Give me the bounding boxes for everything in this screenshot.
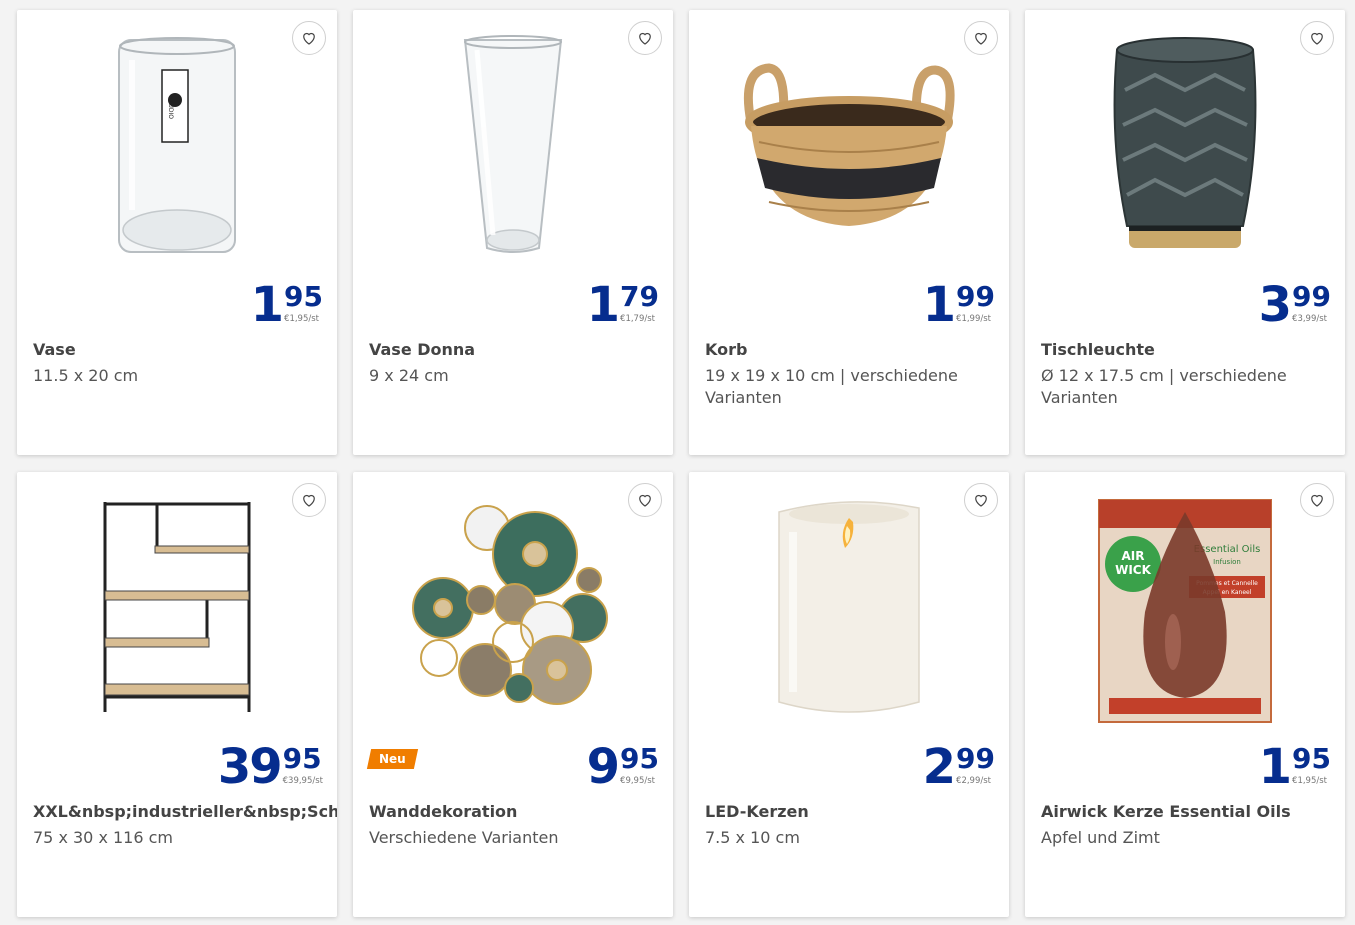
product-image[interactable]: [729, 30, 969, 270]
heart-outline-icon: [1311, 494, 1323, 507]
table-lamp-image: [1113, 37, 1257, 248]
product-description: 19 x 19 x 10 cm | verschiedene Varianten: [705, 366, 958, 407]
product-name[interactable]: Korb: [705, 340, 1001, 359]
heart-outline-icon: [975, 494, 987, 507]
price: 1 99 €1,99/st: [923, 281, 995, 329]
product-description: Ø 12 x 17.5 cm | verschiedene Varianten: [1041, 366, 1287, 407]
favorite-button[interactable]: [628, 21, 662, 55]
product-description: Apfel und Zimt: [1041, 828, 1160, 847]
product-image[interactable]: [729, 492, 969, 732]
heart-outline-icon: [975, 32, 987, 45]
basket-image: [743, 63, 955, 226]
product-card-schrank[interactable]: 39 95 €39,95/st XXL&nbsp;industrieller&nb…: [17, 472, 337, 917]
led-candle-image: [778, 501, 920, 713]
price-decimal: 79: [620, 280, 659, 313]
unit-price: €2,99/st: [956, 776, 991, 786]
favorite-button[interactable]: [1300, 483, 1334, 517]
product-description: Verschiedene Varianten: [369, 828, 559, 847]
price-integer: 1: [250, 277, 284, 333]
product-description: 7.5 x 10 cm: [705, 828, 800, 847]
price: 1 95 €1,95/st: [251, 281, 323, 329]
heart-outline-icon: [639, 32, 651, 45]
price-integer: 39: [217, 739, 283, 795]
shelf-image: [103, 502, 251, 712]
price-decimal: 95: [282, 742, 322, 775]
price-decimal: 95: [1292, 742, 1331, 775]
product-card-airwick[interactable]: AIR WICK Essential Oils Infusion Pommes …: [1025, 472, 1345, 917]
product-name[interactable]: Vase: [33, 340, 329, 359]
price: 1 95 €1,95/st: [1259, 743, 1331, 791]
favorite-button[interactable]: [964, 21, 998, 55]
new-badge: Neu: [366, 749, 418, 769]
favorite-button[interactable]: [964, 483, 998, 517]
unit-price: €1,95/st: [1292, 776, 1327, 786]
price-integer: 1: [586, 277, 620, 333]
price: 3 99 €3,99/st: [1259, 281, 1331, 329]
product-image[interactable]: STUDIO: [57, 30, 297, 270]
product-card-korb[interactable]: 1 99 €1,99/st Korb 19 x 19 x 10 cm | vers…: [689, 10, 1009, 455]
heart-outline-icon: [639, 494, 651, 507]
wall-decoration-image: [412, 505, 608, 705]
price-decimal: 99: [956, 742, 995, 775]
product-grid: STUDIO 1 95 €1,95/st Vase 11.5 x 20 cm 1 …: [0, 0, 1355, 925]
unit-price: €1,99/st: [956, 314, 991, 324]
price: 39 95 €39,95/st: [218, 743, 323, 791]
airwick-brand-line-2: WICK: [1115, 563, 1152, 577]
price-integer: 2: [922, 739, 956, 795]
price-integer: 3: [1258, 277, 1292, 333]
product-card-vase[interactable]: STUDIO 1 95 €1,95/st Vase 11.5 x 20 cm: [17, 10, 337, 455]
price: 2 99 €2,99/st: [923, 743, 995, 791]
unit-price: €1,95/st: [284, 314, 319, 324]
price-integer: 9: [586, 739, 620, 795]
heart-outline-icon: [303, 494, 315, 507]
product-image[interactable]: [393, 30, 633, 270]
favorite-button[interactable]: [1300, 21, 1334, 55]
favorite-button[interactable]: [292, 21, 326, 55]
product-card-led-kerzen[interactable]: 2 99 €2,99/st LED-Kerzen 7.5 x 10 cm: [689, 472, 1009, 917]
heart-outline-icon: [303, 32, 315, 45]
product-name[interactable]: Tischleuchte: [1041, 340, 1337, 359]
glass-vase-image: STUDIO: [118, 37, 236, 253]
airwick-candle-image: AIR WICK Essential Oils Infusion Pommes …: [1098, 499, 1272, 723]
tall-vase-image: [463, 35, 563, 253]
price-decimal: 95: [620, 742, 659, 775]
price-decimal: 95: [284, 280, 323, 313]
price-integer: 1: [1258, 739, 1292, 795]
product-name[interactable]: LED-Kerzen: [705, 802, 1001, 821]
product-description: 75 x 30 x 116 cm: [33, 828, 174, 847]
product-name[interactable]: XXL&nbsp;industrieller&nbsp;Schrank: [33, 802, 337, 821]
heart-outline-icon: [1311, 32, 1323, 45]
price: 1 79 €1,79/st: [587, 281, 659, 329]
product-card-vase-donna[interactable]: 1 79 €1,79/st Vase Donna 9 x 24 cm: [353, 10, 673, 455]
product-name[interactable]: Wanddekoration: [369, 802, 665, 821]
product-name[interactable]: Airwick Kerze Essential Oils: [1041, 802, 1337, 821]
product-name[interactable]: Vase Donna: [369, 340, 665, 359]
favorite-button[interactable]: [628, 483, 662, 517]
vase-label-text: STUDIO: [167, 96, 174, 119]
unit-price: €9,95/st: [620, 776, 655, 786]
product-image[interactable]: [1065, 30, 1305, 270]
product-card-wanddekoration[interactable]: Neu 9 95 €9,95/st Wanddekoration Verschie…: [353, 472, 673, 917]
favorite-button[interactable]: [292, 483, 326, 517]
product-card-tischleuchte[interactable]: 3 99 €3,99/st Tischleuchte Ø 12 x 17.5 cm…: [1025, 10, 1345, 455]
unit-price: €39,95/st: [282, 776, 323, 786]
product-image[interactable]: [393, 492, 633, 732]
product-image[interactable]: [57, 492, 297, 732]
product-image[interactable]: AIR WICK Essential Oils Infusion Pommes …: [1065, 492, 1305, 732]
product-description: 9 x 24 cm: [369, 366, 449, 385]
price-decimal: 99: [956, 280, 995, 313]
price-integer: 1: [922, 277, 956, 333]
product-description: 11.5 x 20 cm: [33, 366, 139, 385]
price-decimal: 99: [1292, 280, 1331, 313]
unit-price: €1,79/st: [620, 314, 655, 324]
airwick-brand-line-1: AIR: [1122, 549, 1145, 563]
unit-price: €3,99/st: [1292, 314, 1327, 324]
price: 9 95 €9,95/st: [587, 743, 659, 791]
airwick-sub: Infusion: [1213, 558, 1241, 566]
